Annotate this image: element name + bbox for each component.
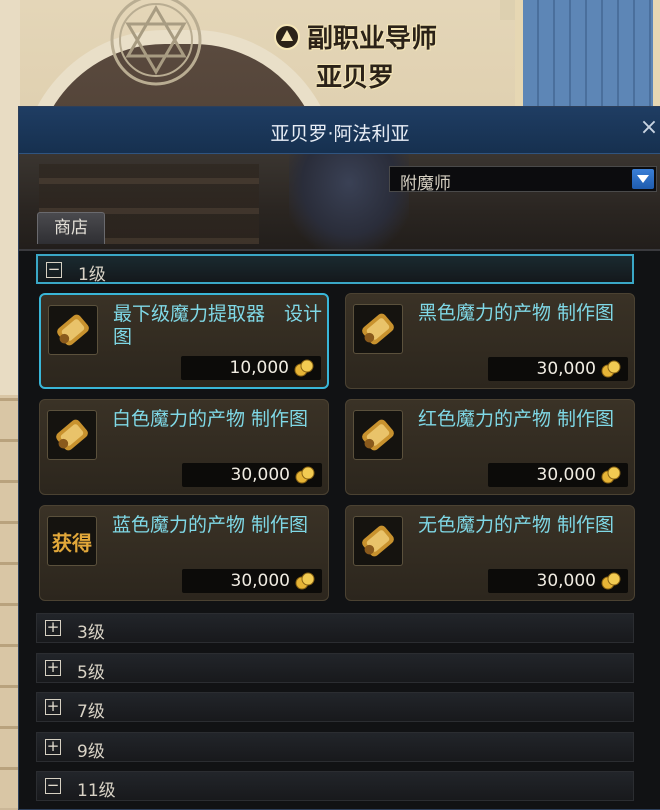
level-group-label: 1级 [78,265,106,285]
expand-icon[interactable]: + [45,699,61,715]
item-name: 无色魔力的产物 制作图 [418,514,615,536]
shop-item[interactable]: 最下级魔力提取器 设计图 10,000 [39,293,329,389]
shop-item[interactable]: 无色魔力的产物 制作图 30,000 [345,505,635,601]
npc-badge-icon [273,23,300,50]
collapse-icon[interactable]: − [45,778,61,794]
npc-shop-window: 亚贝罗·阿法利亚 × 附魔师 商店 − 1级 最下级魔力提取器 设计图 10,0… [18,106,660,810]
item-name: 蓝色魔力的产物 制作图 [112,514,309,536]
gold-coin-icon [601,572,621,590]
expand-icon[interactable]: + [45,620,61,636]
scroll-icon [353,410,403,460]
item-price: 30,000 [182,569,322,593]
scroll-icon [47,410,97,460]
collapse-icon[interactable]: − [46,262,62,278]
npc-banner: 附魔师 商店 [19,154,660,250]
gold-coin-icon [601,360,621,378]
level-group-label: 11级 [77,781,116,801]
shop-item[interactable]: 黑色魔力的产物 制作图 30,000 [345,293,635,389]
price-amount: 30,000 [536,465,596,485]
level-group-label: 3级 [77,623,105,643]
npc-name: 亚贝罗 [315,63,394,93]
subclass-dropdown-value: 附魔师 [400,174,451,194]
level-group-header[interactable]: + 7级 [36,692,634,722]
close-button[interactable]: × [639,115,659,141]
level-group-label: 7级 [77,702,105,722]
price-amount: 30,000 [536,359,596,379]
hexagram-emblem-icon [110,0,202,86]
level-group-label: 9级 [77,742,105,762]
price-amount: 30,000 [536,571,596,591]
level-group-header[interactable]: − 11级 [36,771,634,801]
scroll-icon [48,305,98,355]
expand-icon[interactable]: + [45,660,61,676]
item-price: 10,000 [181,356,321,380]
window-titlebar[interactable]: 亚贝罗·阿法利亚 × [19,107,660,154]
obtain-icon: 获得 [47,516,97,566]
gold-coin-icon [295,466,315,484]
expand-icon[interactable]: + [45,739,61,755]
item-price: 30,000 [488,569,628,593]
window-title: 亚贝罗·阿法利亚 [270,123,410,145]
scroll-icon [353,304,403,354]
item-name: 黑色魔力的产物 制作图 [418,302,615,324]
item-price: 30,000 [488,357,628,381]
item-name: 白色魔力的产物 制作图 [112,408,309,430]
level-group-label: 5级 [77,663,105,683]
shop-item[interactable]: 获得 蓝色魔力的产物 制作图 30,000 [39,505,329,601]
item-price: 30,000 [488,463,628,487]
scroll-icon [353,516,403,566]
shop-item[interactable]: 红色魔力的产物 制作图 30,000 [345,399,635,495]
tab-shop[interactable]: 商店 [37,212,105,244]
item-name: 红色魔力的产物 制作图 [418,408,615,430]
item-price: 30,000 [182,463,322,487]
gold-coin-icon [601,466,621,484]
level-group-header[interactable]: + 9级 [36,732,634,762]
level-group-header[interactable]: + 3级 [36,613,634,643]
price-amount: 30,000 [230,571,290,591]
item-name: 最下级魔力提取器 设计图 [113,303,323,348]
chevron-down-icon[interactable] [632,169,654,189]
shop-list: − 1级 最下级魔力提取器 设计图 10,000 黑色魔力的产物 制作图 30,… [19,249,660,809]
gold-coin-icon [294,359,314,377]
level-group-header[interactable]: + 5级 [36,653,634,683]
shop-item[interactable]: 白色魔力的产物 制作图 30,000 [39,399,329,495]
npc-role-text: 副职业导师 [306,24,437,54]
level-group-header[interactable]: − 1级 [36,254,634,285]
npc-nameplate: 副职业导师 亚贝罗 [260,18,450,94]
price-amount: 30,000 [230,465,290,485]
npc-role-title: 副职业导师 [260,18,450,55]
gold-coin-icon [295,572,315,590]
price-amount: 10,000 [229,358,289,378]
subclass-dropdown[interactable]: 附魔师 [389,166,657,194]
scene-pillar [0,0,20,400]
obtain-text: 获得 [52,530,92,555]
